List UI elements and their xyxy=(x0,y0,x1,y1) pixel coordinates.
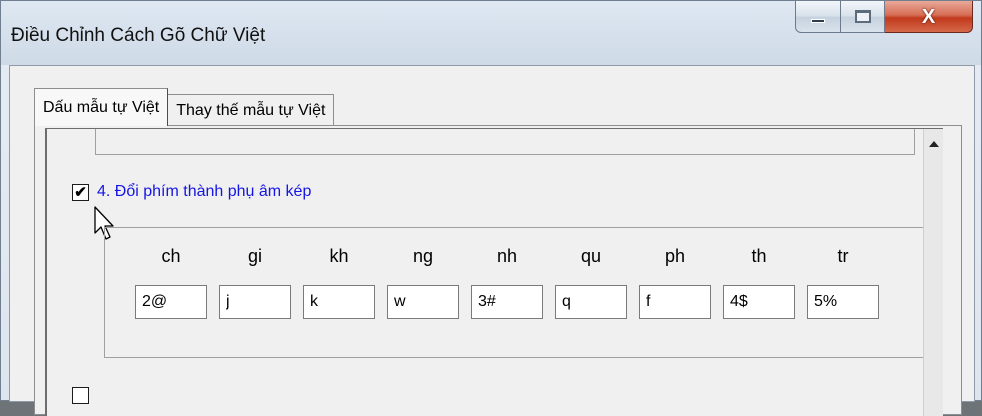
key-input-ch[interactable] xyxy=(135,285,207,319)
key-input-gi[interactable] xyxy=(219,285,291,319)
column-label-ch: ch xyxy=(161,246,181,266)
tab-strip: Dấu mẫu tự Việt Thay thế mẫu tự Việt xyxy=(34,88,335,126)
column-label-qu: qu xyxy=(580,246,602,266)
column-label-nh: nh xyxy=(496,246,518,266)
key-input-qu[interactable] xyxy=(555,285,627,319)
scroll-pane[interactable]: ✔ 4. Đổi phím thành phụ âm kép ch gi kh … xyxy=(45,128,943,416)
client-area: Dấu mẫu tự Việt Thay thế mẫu tự Việt ✔ 4… xyxy=(9,65,975,416)
tab-thay-the-mau-tu-viet[interactable]: Thay thế mẫu tự Việt xyxy=(168,94,335,126)
checkmark-icon: ✔ xyxy=(74,183,87,201)
column-label-th: th xyxy=(751,246,767,266)
section-4-checkbox[interactable]: ✔ xyxy=(72,183,89,201)
close-icon: X xyxy=(921,5,936,28)
column-label-tr: tr xyxy=(837,246,849,266)
key-input-ph[interactable] xyxy=(639,285,711,319)
key-input-th[interactable] xyxy=(723,285,795,319)
window-title: Điều Chỉnh Cách Gõ Chữ Việt xyxy=(11,25,266,46)
maximize-icon xyxy=(854,10,871,23)
column-label-ph: ph xyxy=(664,246,686,266)
column-label-ng: ng xyxy=(412,246,434,266)
section-5-checkbox[interactable] xyxy=(72,387,89,404)
previous-group-box xyxy=(95,129,915,155)
tab-panel: ✔ 4. Đổi phím thành phụ âm kép ch gi kh … xyxy=(34,125,962,416)
vertical-scrollbar[interactable] xyxy=(923,129,943,416)
minimize-icon xyxy=(811,18,825,23)
tab-dau-mau-tu-viet[interactable]: Dấu mẫu tự Việt xyxy=(34,88,169,126)
key-input-tr[interactable] xyxy=(807,285,879,319)
maximize-button[interactable] xyxy=(841,1,885,33)
consonant-mapping-group: ch gi kh ng nh qu ph th tr xyxy=(104,227,924,358)
close-button[interactable]: X xyxy=(885,1,973,33)
key-input-nh[interactable] xyxy=(471,285,543,319)
minimize-button[interactable] xyxy=(795,1,841,33)
section-4-row: ✔ 4. Đổi phím thành phụ âm kép xyxy=(72,183,311,201)
key-input-ng[interactable] xyxy=(387,285,459,319)
window-controls: X xyxy=(795,1,973,41)
column-label-gi: gi xyxy=(247,246,262,266)
key-input-kh[interactable] xyxy=(303,285,375,319)
title-bar[interactable]: Điều Chỉnh Cách Gõ Chữ Việt X xyxy=(1,1,981,65)
section-4-label[interactable]: 4. Đổi phím thành phụ âm kép xyxy=(97,183,311,201)
scroll-up-arrow-icon[interactable] xyxy=(929,141,939,147)
column-label-kh: kh xyxy=(329,246,349,266)
dialog-window: Điều Chỉnh Cách Gõ Chữ Việt X Dấu mẫu tự… xyxy=(0,0,982,416)
